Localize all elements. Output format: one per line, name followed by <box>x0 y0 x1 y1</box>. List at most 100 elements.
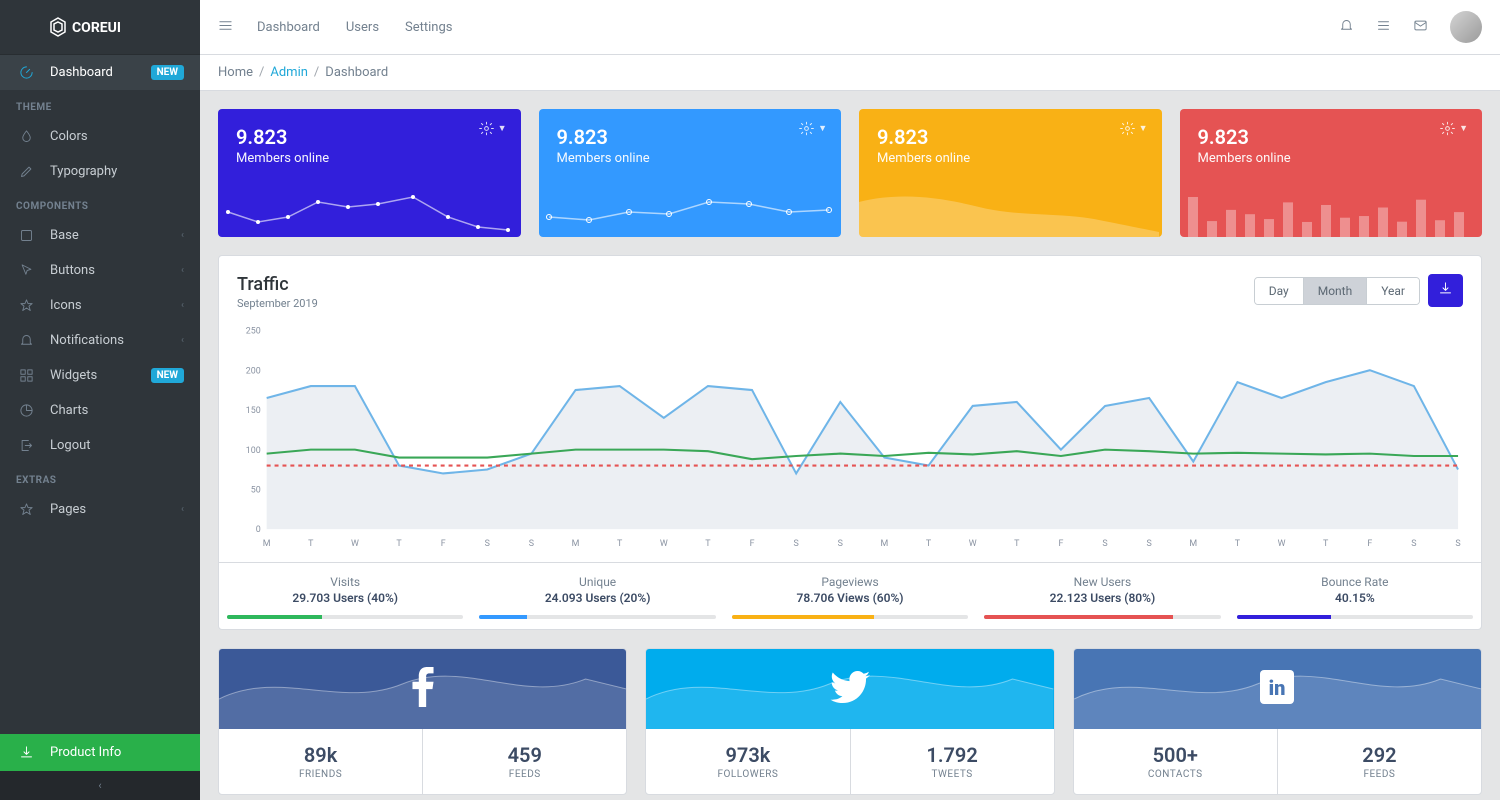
logout-icon <box>16 438 36 453</box>
breadcrumb-admin[interactable]: Admin <box>270 65 308 80</box>
social-left-num: 973k <box>654 743 841 767</box>
social-left-lbl: CONTACTS <box>1082 769 1269 780</box>
chevron-left-icon: ‹ <box>181 335 184 346</box>
sidebar-item-typography[interactable]: Typography <box>0 154 200 189</box>
social-right-num: 459 <box>431 743 618 767</box>
metric-value: 29.703 Users (40%) <box>227 591 463 605</box>
breadcrumb: Home / Admin / Dashboard <box>200 55 1500 91</box>
svg-text:S: S <box>485 539 491 549</box>
hamburger-icon[interactable] <box>218 18 233 37</box>
svg-text:M: M <box>572 539 580 549</box>
traffic-chart: 050100150200250MTWTFSSMTWTFSSMTWTFSSMTWT… <box>237 320 1463 550</box>
sidebar-label: Buttons <box>50 263 95 278</box>
star-icon <box>16 502 36 517</box>
download-icon <box>16 745 36 760</box>
badge-new: NEW <box>151 368 184 383</box>
traffic-card: Traffic September 2019 Day Month Year <box>218 255 1482 630</box>
gear-icon[interactable]: ▼ <box>1120 121 1148 136</box>
speedometer-icon <box>16 65 36 80</box>
download-button[interactable] <box>1428 274 1463 307</box>
sidebar-item-pages[interactable]: Pages ‹ <box>0 492 200 527</box>
breadcrumb-home[interactable]: Home <box>218 65 253 80</box>
header-link-settings[interactable]: Settings <box>405 20 452 35</box>
sparkline <box>1180 182 1480 237</box>
social-card-facebook: 89kFRIENDS 459FEEDS <box>218 648 627 795</box>
traffic-title: Traffic <box>237 274 318 295</box>
list-icon[interactable] <box>1376 18 1391 37</box>
svg-text:100: 100 <box>246 446 261 456</box>
svg-text:M: M <box>881 539 889 549</box>
social-left-num: 500+ <box>1082 743 1269 767</box>
svg-text:150: 150 <box>246 406 261 416</box>
header-link-users[interactable]: Users <box>346 20 379 35</box>
traffic-header: Traffic September 2019 Day Month Year <box>237 274 1463 310</box>
sidebar-product-info[interactable]: Product Info <box>0 734 200 771</box>
sidebar-item-icons[interactable]: Icons ‹ <box>0 288 200 323</box>
svg-text:T: T <box>1014 539 1020 549</box>
sidebar-minimizer[interactable]: ‹ <box>0 771 200 800</box>
stat-label: Members online <box>877 151 1144 166</box>
grid-icon <box>16 368 36 383</box>
sparkline <box>539 182 839 237</box>
stat-card: ▼ 9.823 Members online <box>539 109 842 237</box>
gear-icon[interactable]: ▼ <box>479 121 507 136</box>
range-year[interactable]: Year <box>1366 278 1419 304</box>
star-icon <box>16 298 36 313</box>
header-link-dashboard[interactable]: Dashboard <box>257 20 320 35</box>
social-header <box>219 649 626 729</box>
stat-card: ▼ 9.823 Members online <box>1180 109 1483 237</box>
metric-value: 22.123 Users (80%) <box>984 591 1220 605</box>
pencil-icon <box>16 164 36 179</box>
sparkline <box>859 182 1159 237</box>
sidebar-label: Dashboard <box>50 65 113 80</box>
traffic-metric: Unique 24.093 Users (20%) <box>471 563 723 629</box>
metric-value: 78.706 Views (60%) <box>732 591 968 605</box>
range-day[interactable]: Day <box>1255 278 1303 304</box>
bell-icon[interactable] <box>1339 18 1354 37</box>
bell-icon <box>16 333 36 348</box>
svg-text:F: F <box>1367 539 1372 549</box>
mail-icon[interactable] <box>1413 18 1428 37</box>
sidebar-item-buttons[interactable]: Buttons ‹ <box>0 253 200 288</box>
metric-bar <box>227 615 463 619</box>
gear-icon[interactable]: ▼ <box>799 121 827 136</box>
stat-card: ▼ 9.823 Members online <box>218 109 521 237</box>
sidebar-item-charts[interactable]: Charts <box>0 393 200 428</box>
range-month[interactable]: Month <box>1303 278 1366 304</box>
social-card-twitter: 973kFOLLOWERS 1.792TWEETS <box>645 648 1054 795</box>
nav-title-components: COMPONENTS <box>0 189 200 218</box>
svg-text:S: S <box>529 539 535 549</box>
svg-text:T: T <box>308 539 314 549</box>
brand-logo[interactable]: COREUI <box>0 0 200 55</box>
sidebar-label: Colors <box>50 129 88 144</box>
social-left-num: 89k <box>227 743 414 767</box>
breadcrumb-current: Dashboard <box>325 65 388 80</box>
svg-text:W: W <box>351 539 359 549</box>
main-area: Dashboard Users Settings Home / Admin / … <box>200 0 1500 800</box>
traffic-metric: Pageviews 78.706 Views (60%) <box>724 563 976 629</box>
header: Dashboard Users Settings <box>200 0 1500 55</box>
sidebar-item-notifications[interactable]: Notifications ‹ <box>0 323 200 358</box>
social-right-lbl: FEEDS <box>431 769 618 780</box>
sidebar-item-logout[interactable]: Logout <box>0 428 200 463</box>
sidebar-item-dashboard[interactable]: Dashboard NEW <box>0 55 200 90</box>
social-right-lbl: TWEETS <box>859 769 1046 780</box>
pie-icon <box>16 403 36 418</box>
metric-bar <box>1237 615 1473 619</box>
svg-text:S: S <box>1455 539 1461 549</box>
sidebar-item-base[interactable]: Base ‹ <box>0 218 200 253</box>
sidebar-item-widgets[interactable]: Widgets NEW <box>0 358 200 393</box>
range-toggle: Day Month Year <box>1254 277 1420 305</box>
metric-label: Unique <box>479 575 715 589</box>
svg-text:COREUI: COREUI <box>72 20 121 36</box>
traffic-metric: Visits 29.703 Users (40%) <box>219 563 471 629</box>
gear-icon[interactable]: ▼ <box>1440 121 1468 136</box>
social-header: in <box>1074 649 1481 729</box>
chevron-left-icon: ‹ <box>181 504 184 515</box>
svg-text:S: S <box>794 539 800 549</box>
sidebar-item-colors[interactable]: Colors <box>0 119 200 154</box>
chevron-left-icon: ‹ <box>181 300 184 311</box>
stat-label: Members online <box>557 151 824 166</box>
avatar[interactable] <box>1450 11 1482 43</box>
social-stats: 973kFOLLOWERS 1.792TWEETS <box>646 729 1053 794</box>
